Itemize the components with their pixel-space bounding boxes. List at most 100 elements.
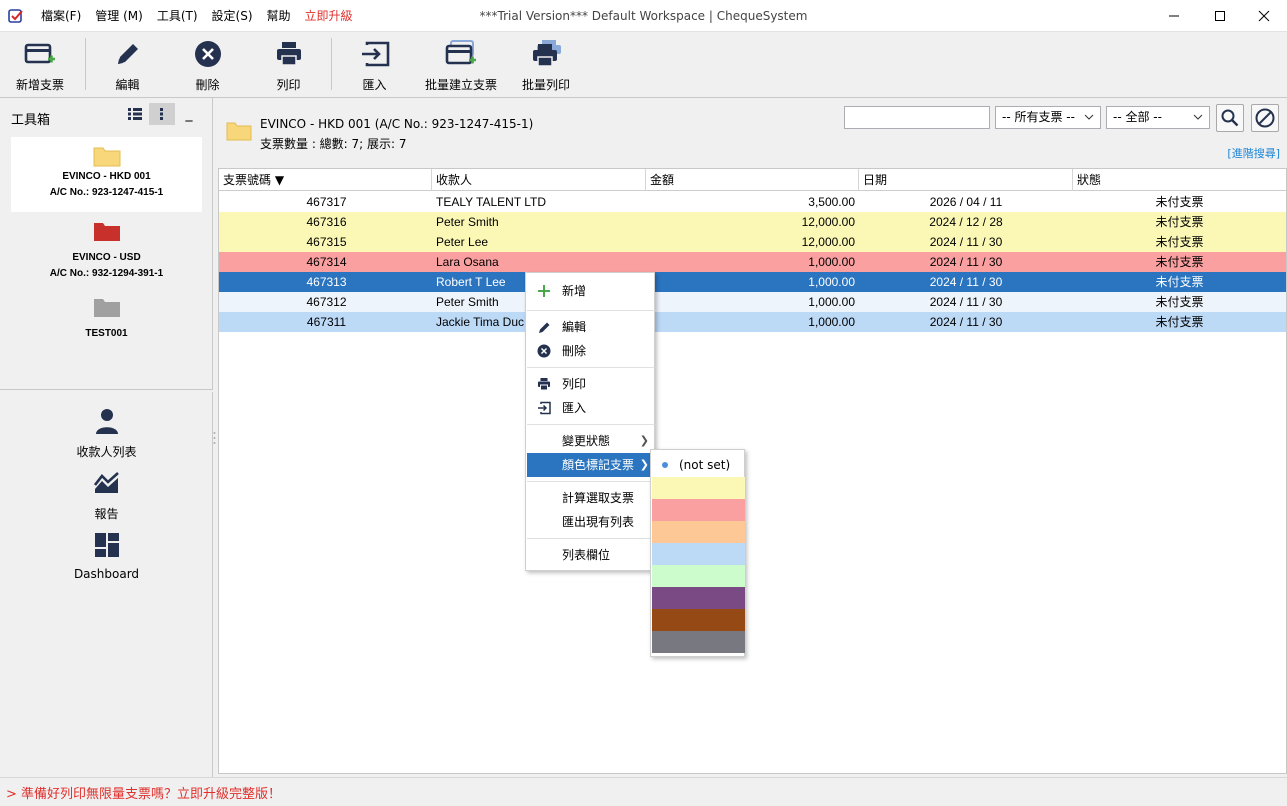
close-button[interactable] xyxy=(1241,0,1287,32)
new-cheque-button[interactable]: 新增支票 xyxy=(10,32,70,98)
vertical-splitter-handle[interactable] xyxy=(213,430,216,446)
menu-help[interactable]: 幫助 xyxy=(260,0,298,32)
import-button[interactable]: 匯入 xyxy=(347,32,402,98)
table-row[interactable]: 467313 Robert T Lee 1,000.00 2024 / 11 / 30… xyxy=(219,272,1286,292)
search-button[interactable] xyxy=(1216,104,1244,132)
pencil-icon xyxy=(117,44,138,64)
search-input[interactable] xyxy=(844,106,990,129)
column-date[interactable]: 日期 xyxy=(859,169,1073,191)
menu-item-label: 顏色標記支票 xyxy=(562,458,635,472)
context-menu: 新增 編輯 刪除 列印 匯入 變更狀態 ❯ 顏色標記支票 ❯ 計算選取支票 匯出… xyxy=(525,272,655,571)
account-name: TEST001 xyxy=(85,328,128,339)
nav-dashboard[interactable]: Dashboard xyxy=(0,528,213,581)
color-swatch[interactable] xyxy=(652,499,745,521)
batch-printer-icon xyxy=(533,40,561,67)
cheque-no-cell: 467313 xyxy=(306,275,347,289)
main-header: EVINCO - HKD 001 (A/C No.: 923-1247-415-… xyxy=(214,98,1287,166)
cheque-table: 支票號碼 ▼ 收款人 金額 日期 狀態 467317 TEALY TALENT L… xyxy=(218,168,1287,774)
amount-cell: 1,000.00 xyxy=(808,255,855,269)
selected-dot-icon xyxy=(662,462,668,468)
column-status[interactable]: 狀態 xyxy=(1073,169,1286,191)
cheque-no-cell: 467314 xyxy=(306,255,347,269)
status-filter[interactable]: -- 全部 -- xyxy=(1106,106,1210,129)
list-view-button[interactable] xyxy=(122,103,148,125)
table-row[interactable]: 467316 Peter Smith 12,000.00 2024 / 12 / 28… xyxy=(219,212,1286,232)
printer-icon xyxy=(276,42,301,66)
plus-icon xyxy=(538,285,550,297)
cheque-type-filter-value: -- 所有支票 -- xyxy=(1002,110,1075,124)
folder-icon xyxy=(93,299,120,317)
column-payee[interactable]: 收款人 xyxy=(432,169,646,191)
table-row[interactable]: 467311 Jackie Tima Duc 1,000.00 2024 / 11 /… xyxy=(219,312,1286,332)
menu-manage[interactable]: 管理 (M) xyxy=(88,0,150,32)
table-row[interactable]: 467317 TEALY TALENT LTD 3,500.00 2026 / 04 … xyxy=(219,192,1286,212)
nav-reports[interactable]: 報告 xyxy=(0,466,213,522)
advanced-search-link[interactable]: [進階搜尋] xyxy=(1227,145,1280,161)
cheque-type-filter[interactable]: -- 所有支票 -- xyxy=(995,106,1101,129)
account-tile-test[interactable]: TEST001 xyxy=(11,296,202,348)
cheque-no-cell: 467311 xyxy=(306,315,347,329)
account-tile-hkd[interactable]: EVINCO - HKD 001 A/C No.: 923-1247-415-1 xyxy=(11,137,202,212)
color-swatch[interactable] xyxy=(652,587,745,609)
menu-upgrade[interactable]: 立即升級 xyxy=(298,0,360,32)
color-swatch[interactable] xyxy=(652,477,745,499)
batch-create-button[interactable]: 批量建立支票 xyxy=(422,32,500,98)
tile-view-button[interactable] xyxy=(149,103,175,125)
upgrade-promo-link[interactable]: > 準備好列印無限量支票嗎？立即升級完整版！ xyxy=(6,783,281,802)
color-swatch[interactable] xyxy=(652,543,745,565)
chevron-right-icon: ❯ xyxy=(639,434,649,447)
menu-item-calc-selected[interactable]: 計算選取支票 xyxy=(527,486,655,510)
maximize-button[interactable] xyxy=(1197,0,1243,32)
color-swatch[interactable] xyxy=(652,609,745,631)
account-name: EVINCO - USD xyxy=(72,252,141,263)
menu-item-print[interactable]: 列印 xyxy=(527,372,655,396)
person-icon xyxy=(95,409,118,434)
status-cell: 未付支票 xyxy=(1155,255,1204,269)
table-row[interactable]: 467312 Peter Smith 1,000.00 2024 / 11 / 30 未… xyxy=(219,292,1286,312)
menu-item-list-columns[interactable]: 列表欄位 xyxy=(527,543,655,567)
toolbar-separator xyxy=(85,38,86,90)
clear-search-button[interactable] xyxy=(1251,104,1279,132)
menu-item-delete[interactable]: 刪除 xyxy=(527,339,655,363)
menu-item-change-status[interactable]: 變更狀態 ❯ xyxy=(527,429,655,453)
color-swatch[interactable] xyxy=(652,521,745,543)
grip-icon xyxy=(213,432,216,444)
nav-dashboard-label: Dashboard xyxy=(73,567,140,581)
amount-cell: 12,000.00 xyxy=(801,235,855,249)
amount-cell: 3,500.00 xyxy=(808,195,855,209)
tile-view-icon xyxy=(160,108,163,120)
menu-tools[interactable]: 工具(T) xyxy=(150,0,205,32)
menu-item-edit[interactable]: 編輯 xyxy=(527,315,655,339)
edit-button[interactable]: 編輯 xyxy=(100,32,155,98)
menu-item-add[interactable]: 新增 xyxy=(527,279,655,303)
batch-print-button[interactable]: 批量列印 xyxy=(517,32,575,98)
color-swatch[interactable] xyxy=(652,631,745,653)
column-cheque-no[interactable]: 支票號碼 ▼ xyxy=(219,169,432,191)
status-cell: 未付支票 xyxy=(1155,275,1204,289)
menu-file[interactable]: 檔案(F) xyxy=(34,0,88,32)
menu-item-color-tag[interactable]: 顏色標記支票 ❯ xyxy=(527,453,655,477)
menu-settings[interactable]: 設定(S) xyxy=(205,0,260,32)
nav-payee-list[interactable]: 收款人列表 xyxy=(0,404,213,460)
minimize-button[interactable] xyxy=(1151,0,1197,32)
table-row[interactable]: 467315 Peter Lee 12,000.00 2024 / 11 / 30 未付… xyxy=(219,232,1286,252)
menu-separator xyxy=(527,424,655,425)
print-button[interactable]: 列印 xyxy=(261,32,316,98)
delete-button[interactable]: 刪除 xyxy=(180,32,235,98)
delete-icon xyxy=(537,344,551,358)
account-tile-usd[interactable]: EVINCO - USD A/C No.: 932-1294-391-1 xyxy=(11,220,202,288)
color-swatch[interactable] xyxy=(652,565,745,587)
color-option-not-set[interactable]: (not set) xyxy=(651,454,744,476)
collapse-button[interactable]: _ xyxy=(176,103,202,125)
color-tag-submenu: (not set) xyxy=(650,449,745,657)
menu-item-export-list[interactable]: 匯出現有列表 xyxy=(527,510,655,534)
account-number: A/C No.: 932-1294-391-1 xyxy=(49,268,164,279)
date-cell: 2026 / 04 / 11 xyxy=(929,195,1003,209)
cheque-count: 支票數量 : 總數: 7; 展示: 7 xyxy=(260,137,407,151)
column-amount[interactable]: 金額 xyxy=(646,169,859,191)
date-cell: 2024 / 11 / 30 xyxy=(929,315,1003,329)
batch-print-label: 批量列印 xyxy=(521,78,570,92)
color-option-label: (not set) xyxy=(679,458,731,472)
menu-item-import[interactable]: 匯入 xyxy=(527,396,655,420)
table-row[interactable]: 467314 Lara Osana 1,000.00 2024 / 11 / 30 未付… xyxy=(219,252,1286,272)
